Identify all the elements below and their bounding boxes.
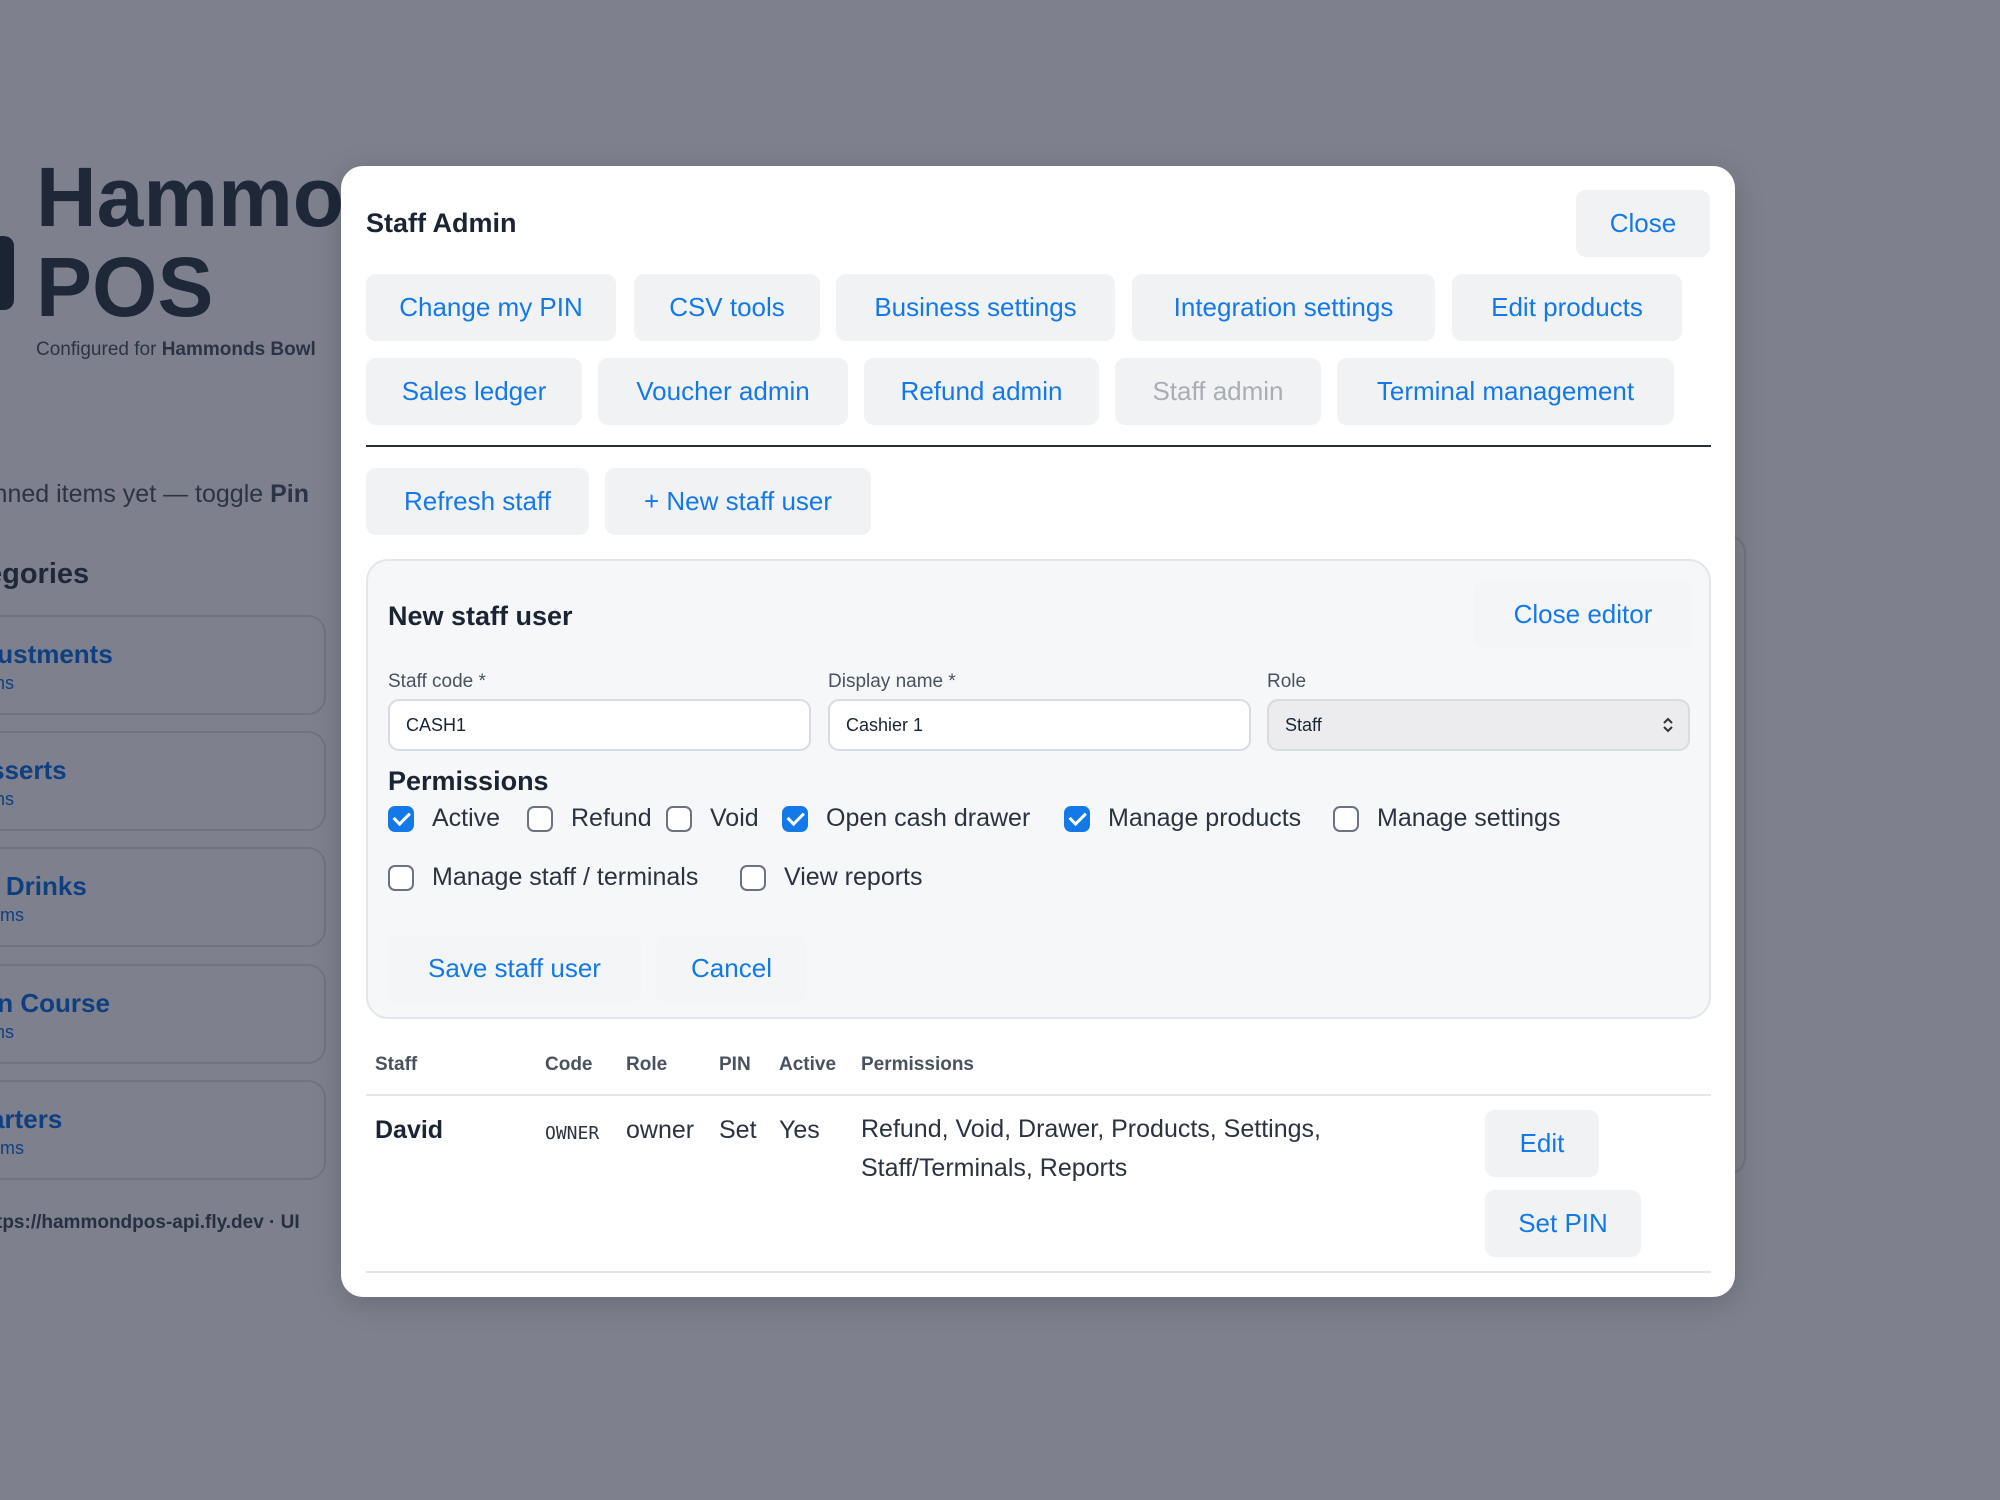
chevron-up-down-icon xyxy=(1663,717,1673,733)
category-name: t Drinks xyxy=(0,871,87,901)
pin-cell: Set xyxy=(719,1116,757,1144)
staff-code-input[interactable]: CASH1 xyxy=(388,699,811,751)
category-name: in Course xyxy=(0,988,110,1018)
staff-code-label: Staff code * xyxy=(388,671,486,692)
tab-integration-settings[interactable]: Integration settings xyxy=(1132,274,1435,341)
column-header-role: Role xyxy=(626,1054,668,1075)
staff-editor-panel: New staff user Close editor Staff code *… xyxy=(366,559,1711,1019)
permission-void[interactable]: Void xyxy=(666,804,759,833)
editor-title: New staff user xyxy=(388,601,573,631)
permission-active[interactable]: Active xyxy=(388,804,500,833)
permission-view-reports[interactable]: View reports xyxy=(740,863,923,892)
edit-button[interactable]: Edit xyxy=(1485,1110,1599,1177)
display-name-input[interactable]: Cashier 1 xyxy=(828,699,1251,751)
category-card[interactable]: t Drinks ems xyxy=(0,847,326,947)
tab-business-settings[interactable]: Business settings xyxy=(836,274,1115,341)
checkbox-unchecked[interactable] xyxy=(666,805,692,832)
tab-staff-admin: Staff admin xyxy=(1115,358,1321,425)
role-select[interactable]: Staff xyxy=(1267,699,1690,751)
cancel-button[interactable]: Cancel xyxy=(656,935,807,1002)
tab-csv-tools[interactable]: CSV tools xyxy=(634,274,820,341)
display-name-label: Display name * xyxy=(828,671,956,692)
checkbox-unchecked[interactable] xyxy=(388,864,414,891)
api-footer: tps://hammondpos-api.fly.dev · UI xyxy=(0,1212,300,1233)
close-editor-button[interactable]: Close editor xyxy=(1474,581,1692,648)
table-row-divider xyxy=(366,1271,1711,1273)
categories-heading: egories xyxy=(0,558,90,590)
category-card[interactable]: sserts ms xyxy=(0,731,326,831)
staff-admin-modal: Staff Admin Close Change my PIN CSV tool… xyxy=(341,166,1735,1297)
permission-open-cash-drawer[interactable]: Open cash drawer xyxy=(782,804,1030,833)
category-name: sserts xyxy=(0,755,67,785)
checkbox-unchecked[interactable] xyxy=(740,864,766,891)
permission-manage-staff-terminals[interactable]: Manage staff / terminals xyxy=(388,863,698,892)
category-name: justments xyxy=(0,639,113,669)
column-header-active: Active xyxy=(779,1054,837,1075)
category-card[interactable]: arters ems xyxy=(0,1080,326,1180)
tab-edit-products[interactable]: Edit products xyxy=(1452,274,1682,341)
permissions-cell: Refund, Void, Drawer, Products, Settings… xyxy=(861,1115,1321,1182)
column-header-pin: PIN xyxy=(719,1054,751,1075)
tab-terminal-management[interactable]: Terminal management xyxy=(1337,358,1674,425)
category-card[interactable]: justments ms xyxy=(0,615,326,715)
column-header-code: Code xyxy=(545,1054,593,1075)
category-count: ms xyxy=(0,673,14,693)
tab-change-my-pin[interactable]: Change my PIN xyxy=(366,274,616,341)
category-count: ems xyxy=(0,1138,25,1158)
permission-refund[interactable]: Refund xyxy=(527,804,652,833)
active-cell: Yes xyxy=(779,1116,820,1144)
app-title: Hammo POS xyxy=(36,150,345,334)
category-name: arters xyxy=(0,1104,63,1134)
category-count: ms xyxy=(0,1022,14,1042)
close-button[interactable]: Close xyxy=(1576,190,1710,257)
tab-refund-admin[interactable]: Refund admin xyxy=(864,358,1099,425)
column-header-permissions: Permissions xyxy=(861,1054,974,1075)
save-staff-user-button[interactable]: Save staff user xyxy=(388,935,641,1002)
column-header-staff: Staff xyxy=(375,1054,418,1075)
tab-voucher-admin[interactable]: Voucher admin xyxy=(598,358,848,425)
pinned-hint-text: inned items yet — toggle Pin xyxy=(0,480,310,508)
checkbox-unchecked[interactable] xyxy=(1333,805,1359,832)
tab-sales-ledger[interactable]: Sales ledger xyxy=(366,358,582,425)
category-count: ems xyxy=(0,905,25,925)
set-pin-button[interactable]: Set PIN xyxy=(1485,1190,1641,1257)
permissions-title: Permissions xyxy=(388,766,549,796)
tabs-divider xyxy=(366,445,1711,447)
checkbox-checked[interactable] xyxy=(388,805,414,832)
staff-name-cell: David xyxy=(375,1116,444,1144)
checkbox-checked[interactable] xyxy=(1064,805,1090,832)
staff-code-cell: OWNER xyxy=(545,1123,600,1144)
role-cell: owner xyxy=(626,1116,695,1144)
configured-for-text: Configured for Hammonds Bowl xyxy=(36,339,316,360)
role-label: Role xyxy=(1267,671,1307,692)
checkbox-checked[interactable] xyxy=(782,805,808,832)
app-logo xyxy=(0,236,14,310)
table-header-divider xyxy=(366,1094,1711,1096)
permission-manage-settings[interactable]: Manage settings xyxy=(1333,804,1560,833)
checkbox-unchecked[interactable] xyxy=(527,805,553,832)
permission-manage-products[interactable]: Manage products xyxy=(1064,804,1301,833)
category-card[interactable]: in Course ms xyxy=(0,964,326,1064)
refresh-staff-button[interactable]: Refresh staff xyxy=(366,468,589,535)
modal-title: Staff Admin xyxy=(366,208,517,238)
role-select-value: Staff xyxy=(1285,714,1322,735)
new-staff-user-button[interactable]: + New staff user xyxy=(605,468,871,535)
category-count: ms xyxy=(0,789,14,809)
